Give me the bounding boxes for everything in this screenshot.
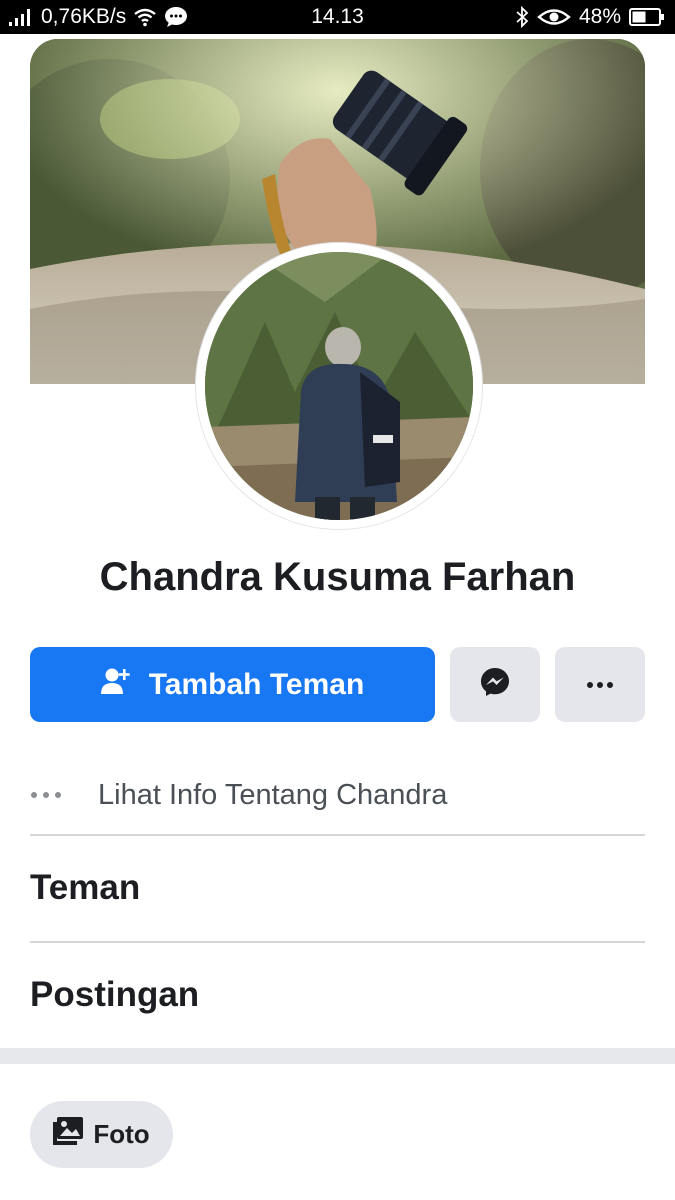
avatar-image <box>205 252 473 520</box>
avatar[interactable] <box>205 252 473 520</box>
profile-picture-frame[interactable] <box>196 243 482 529</box>
messenger-icon <box>479 666 511 703</box>
posts-section-title: Postingan <box>30 975 200 1014</box>
see-about-info-label: Lihat Info Tentang Chandra <box>98 778 448 811</box>
eye-icon <box>537 7 571 27</box>
photo-filter-button[interactable]: Foto <box>30 1101 173 1168</box>
more-options-icon <box>586 676 614 694</box>
battery-percent: 48% <box>578 5 621 28</box>
more-options-button[interactable] <box>555 647 645 722</box>
more-dots-icon <box>30 791 98 799</box>
photo-filter-label: Foto <box>93 1119 150 1149</box>
add-friend-label: Tambah Teman <box>148 667 365 701</box>
photo-icon <box>53 1117 84 1152</box>
see-about-info-link[interactable]: Lihat Info Tentang Chandra <box>30 765 645 825</box>
messenger-button[interactable] <box>450 647 540 722</box>
friends-section-title[interactable]: Teman <box>30 868 140 908</box>
battery-icon <box>629 7 665 27</box>
status-bar: 0,76KB/s 14.13 48% <box>0 0 675 34</box>
divider <box>30 941 645 943</box>
bluetooth-icon <box>515 6 529 28</box>
divider <box>30 834 645 836</box>
section-separator <box>0 1048 675 1064</box>
add-friend-icon <box>100 667 131 703</box>
add-friend-button[interactable]: Tambah Teman <box>30 647 435 722</box>
profile-name: Chandra Kusuma Farhan <box>99 555 576 599</box>
